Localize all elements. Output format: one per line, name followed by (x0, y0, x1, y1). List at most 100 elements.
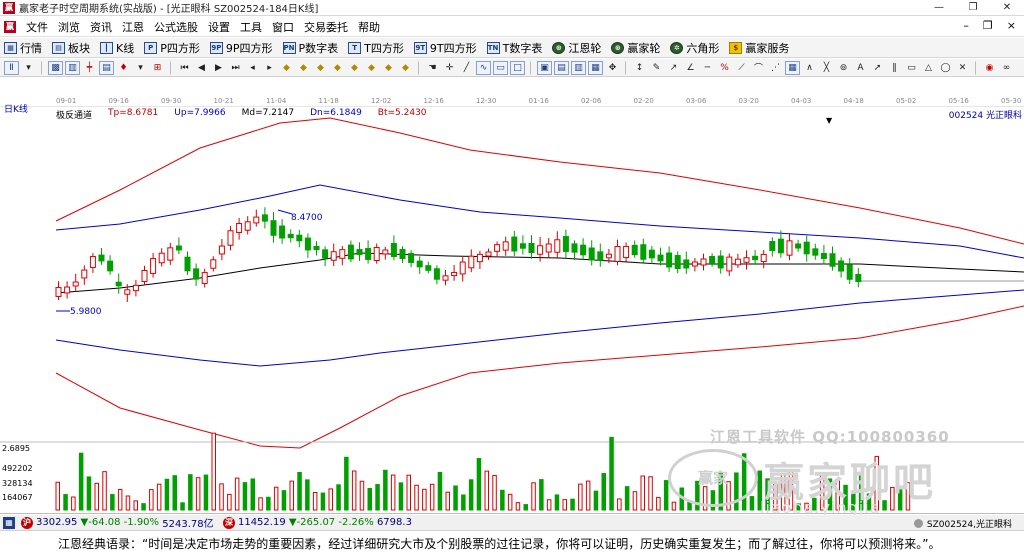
menu-browse[interactable]: 浏览 (53, 19, 85, 35)
arrow-icon[interactable]: ➚ (870, 61, 885, 75)
settings-icon[interactable]: ✥ (605, 61, 620, 75)
square-icon[interactable]: □ (510, 60, 525, 75)
kline-icon[interactable]: ⊞ (150, 61, 165, 75)
watermark-logo-icon: 赢家 (668, 449, 758, 507)
toolbar-winner-wheel-button[interactable]: ⊛ 赢家轮 (611, 40, 660, 56)
sz-index-icon[interactable]: 深 (222, 516, 235, 529)
candle-body (433, 268, 440, 280)
infinity-icon[interactable]: ∞ (999, 61, 1014, 75)
chart-area[interactable]: 8.4700 5.9800 09-01 09-16 09-30 10-21 11-04 11… (0, 78, 1024, 517)
toolbar-quotes-button[interactable]: ▦ 行情 (4, 40, 42, 56)
menu-help[interactable]: 帮助 (353, 19, 385, 35)
candle-icon[interactable]: ♦ (116, 61, 131, 75)
diamond-icon[interactable]: ◆ (296, 61, 311, 75)
toolbar-p-square-button[interactable]: P P四方形 (144, 40, 200, 56)
cross-icon[interactable]: ✛ (442, 61, 457, 75)
layout-icon[interactable]: ▦ (588, 60, 603, 75)
menu-window[interactable]: 窗口 (267, 19, 299, 35)
cycle-icon[interactable]: ⟋ (734, 61, 749, 75)
toolbar-p-table-button[interactable]: PN P数字表 (282, 40, 338, 56)
candle-body (605, 253, 612, 259)
hline-icon[interactable]: ─ (700, 61, 715, 75)
restore-button[interactable]: ❐ (956, 0, 990, 16)
diamond-icon[interactable]: ◆ (347, 61, 362, 75)
last-icon[interactable]: ⏭ (228, 61, 243, 75)
triangle-icon[interactable]: △ (921, 61, 936, 75)
diamond-icon[interactable]: ◆ (313, 61, 328, 75)
menu-trade[interactable]: 交易委托 (299, 19, 353, 35)
candle-body (382, 249, 389, 255)
toolbar-separator (625, 60, 629, 75)
pen-icon[interactable]: ✎ (649, 61, 664, 75)
toolbar-t-square-button[interactable]: T T四方形 (348, 40, 404, 56)
candle-body (330, 251, 337, 261)
line-icon[interactable]: ╱ (459, 61, 474, 75)
forward-icon[interactable]: ▸ (262, 61, 277, 75)
rect-icon[interactable]: ▭ (904, 61, 919, 75)
toolbar-blocks-button[interactable]: ▤ 板块 (52, 40, 90, 56)
kline-chart[interactable]: 8.4700 5.9800 (0, 78, 1024, 514)
toolbar-service-button[interactable]: $ 赢家服务 (729, 40, 789, 56)
spiral-icon[interactable]: ⊚ (836, 61, 851, 75)
period-select-icon[interactable]: Ⅱ (4, 60, 19, 75)
chart-icon[interactable]: ▤ (99, 60, 114, 75)
prev-icon[interactable]: ◀ (194, 61, 209, 75)
diamond-icon[interactable]: ◆ (330, 61, 345, 75)
mdi-close-button[interactable]: × (1007, 19, 1016, 32)
diamond-icon[interactable]: ◆ (364, 61, 379, 75)
menu-gann[interactable]: 江恩 (117, 19, 149, 35)
volume-bar (617, 498, 622, 511)
volume-bar (78, 452, 84, 511)
cursor-icon[interactable]: ↕ (632, 61, 647, 75)
save-icon[interactable]: ▤ (554, 60, 569, 75)
diamond-icon[interactable]: ◆ (398, 61, 413, 75)
fan-icon[interactable]: ⋰ (768, 61, 783, 75)
next-icon[interactable]: ▶ (211, 61, 226, 75)
menu-file[interactable]: 文件 (21, 19, 53, 35)
mdi-restore-button[interactable]: ❐ (983, 19, 993, 32)
menu-formula[interactable]: 公式选股 (149, 19, 203, 35)
text-icon[interactable]: A (853, 61, 868, 75)
menu-settings[interactable]: 设置 (203, 19, 235, 35)
dropdown-arrow-icon[interactable]: ▾ (133, 61, 148, 75)
first-icon[interactable]: ⏮ (177, 61, 192, 75)
pattern-icon[interactable]: ▩ (48, 60, 63, 75)
bars-icon[interactable]: ▥ (65, 60, 80, 75)
gann-icon[interactable]: ╳ (819, 61, 834, 75)
ellipse-icon[interactable]: ◯ (938, 61, 953, 75)
close-button[interactable]: ✕ (990, 0, 1024, 16)
delete-icon[interactable]: ✕ (955, 61, 970, 75)
channel-icon[interactable]: ▭ (493, 60, 508, 75)
minimize-button[interactable]: — (922, 0, 956, 16)
fib-icon[interactable]: ∿ (476, 60, 491, 75)
toolbar-9t-square-button[interactable]: 9T 9T四方形 (413, 40, 477, 56)
arc-icon[interactable]: ⌒ (751, 61, 766, 75)
toolbar-gann-wheel-button[interactable]: ⊛ 江恩轮 (552, 40, 601, 56)
toolbar-9p-square-button[interactable]: 9P 9P四方形 (209, 40, 273, 56)
toolbar-kline-button[interactable]: ┃ K线 (100, 40, 134, 56)
window-icon[interactable]: ▣ (537, 60, 552, 75)
back-icon[interactable]: ◂ (245, 61, 260, 75)
color-wheel-icon[interactable]: ◉ (982, 61, 997, 75)
toolbar-t-table-button[interactable]: TN T数字表 (486, 40, 542, 56)
print-icon[interactable]: ▥ (571, 60, 586, 75)
toolbar-hexagon-button[interactable]: ✲ 六角形 (670, 40, 719, 56)
ray-icon[interactable]: ↗ (666, 61, 681, 75)
diamond-icon[interactable]: ◆ (381, 61, 396, 75)
sh-index-icon[interactable]: 沪 (21, 516, 33, 529)
dropdown-arrow-icon[interactable]: ▾ (21, 61, 36, 75)
diamond-icon[interactable]: ◆ (279, 61, 294, 75)
menu-news[interactable]: 资讯 (85, 19, 117, 35)
angle-icon[interactable]: ∠ (683, 61, 698, 75)
grid-icon[interactable]: ▦ (3, 516, 15, 529)
period-icon[interactable]: ‖ (887, 61, 902, 75)
mdi-minimize-button[interactable]: – (963, 19, 969, 32)
date-tick: 12-02 (371, 97, 392, 105)
candle-red-icon[interactable]: ┿ (82, 61, 97, 75)
hand-icon[interactable]: ☚ (425, 61, 440, 75)
grid-icon[interactable]: ▦ (785, 60, 800, 75)
menu-tools[interactable]: 工具 (235, 19, 267, 35)
percent-icon[interactable]: % (717, 61, 732, 75)
wave-icon[interactable]: ∧ (802, 61, 817, 75)
indicator-dropdown-icon[interactable]: ▼ (826, 116, 832, 125)
